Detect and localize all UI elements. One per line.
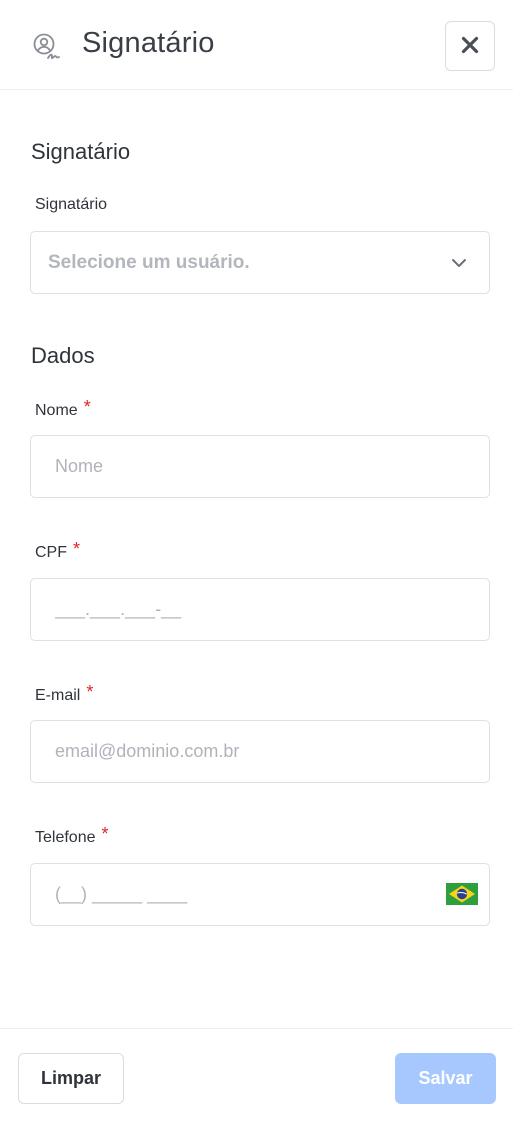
name-input[interactable]: [30, 435, 490, 498]
required-marker: *: [86, 682, 94, 702]
chevron-down-icon: [449, 253, 469, 273]
signatory-select-placeholder: Selecione um usuário.: [48, 252, 250, 273]
close-button[interactable]: [445, 21, 495, 71]
data-section-title: Dados: [31, 343, 95, 368]
cpf-input[interactable]: [30, 578, 490, 641]
cpf-label-text: CPF: [35, 544, 67, 561]
required-marker: *: [83, 397, 91, 417]
close-icon: [461, 36, 479, 57]
phone-label-text: Telefone: [35, 829, 96, 846]
signatory-label: Signatário: [35, 196, 108, 213]
phone-label: Telefone *: [35, 824, 109, 847]
phone-input[interactable]: [30, 863, 490, 926]
cpf-label: CPF *: [35, 539, 81, 562]
required-marker: *: [73, 539, 81, 559]
signatory-section-title: Signatário: [31, 139, 131, 164]
save-button[interactable]: Salvar: [395, 1053, 496, 1104]
modal-footer: Limpar Salvar: [0, 1028, 513, 1123]
clear-button[interactable]: Limpar: [18, 1053, 124, 1104]
signatory-select[interactable]: Selecione um usuário.: [30, 231, 490, 294]
modal-header: Signatário: [0, 0, 513, 90]
name-label-text: Nome: [35, 402, 78, 419]
page-title: Signatário: [82, 27, 215, 59]
brazil-flag-icon[interactable]: [446, 883, 478, 905]
email-label: E-mail *: [35, 682, 94, 705]
name-label: Nome *: [35, 397, 91, 420]
required-marker: *: [101, 824, 109, 844]
email-label-text: E-mail: [35, 687, 81, 704]
signature-user-icon: [32, 33, 62, 61]
email-input[interactable]: [30, 720, 490, 783]
